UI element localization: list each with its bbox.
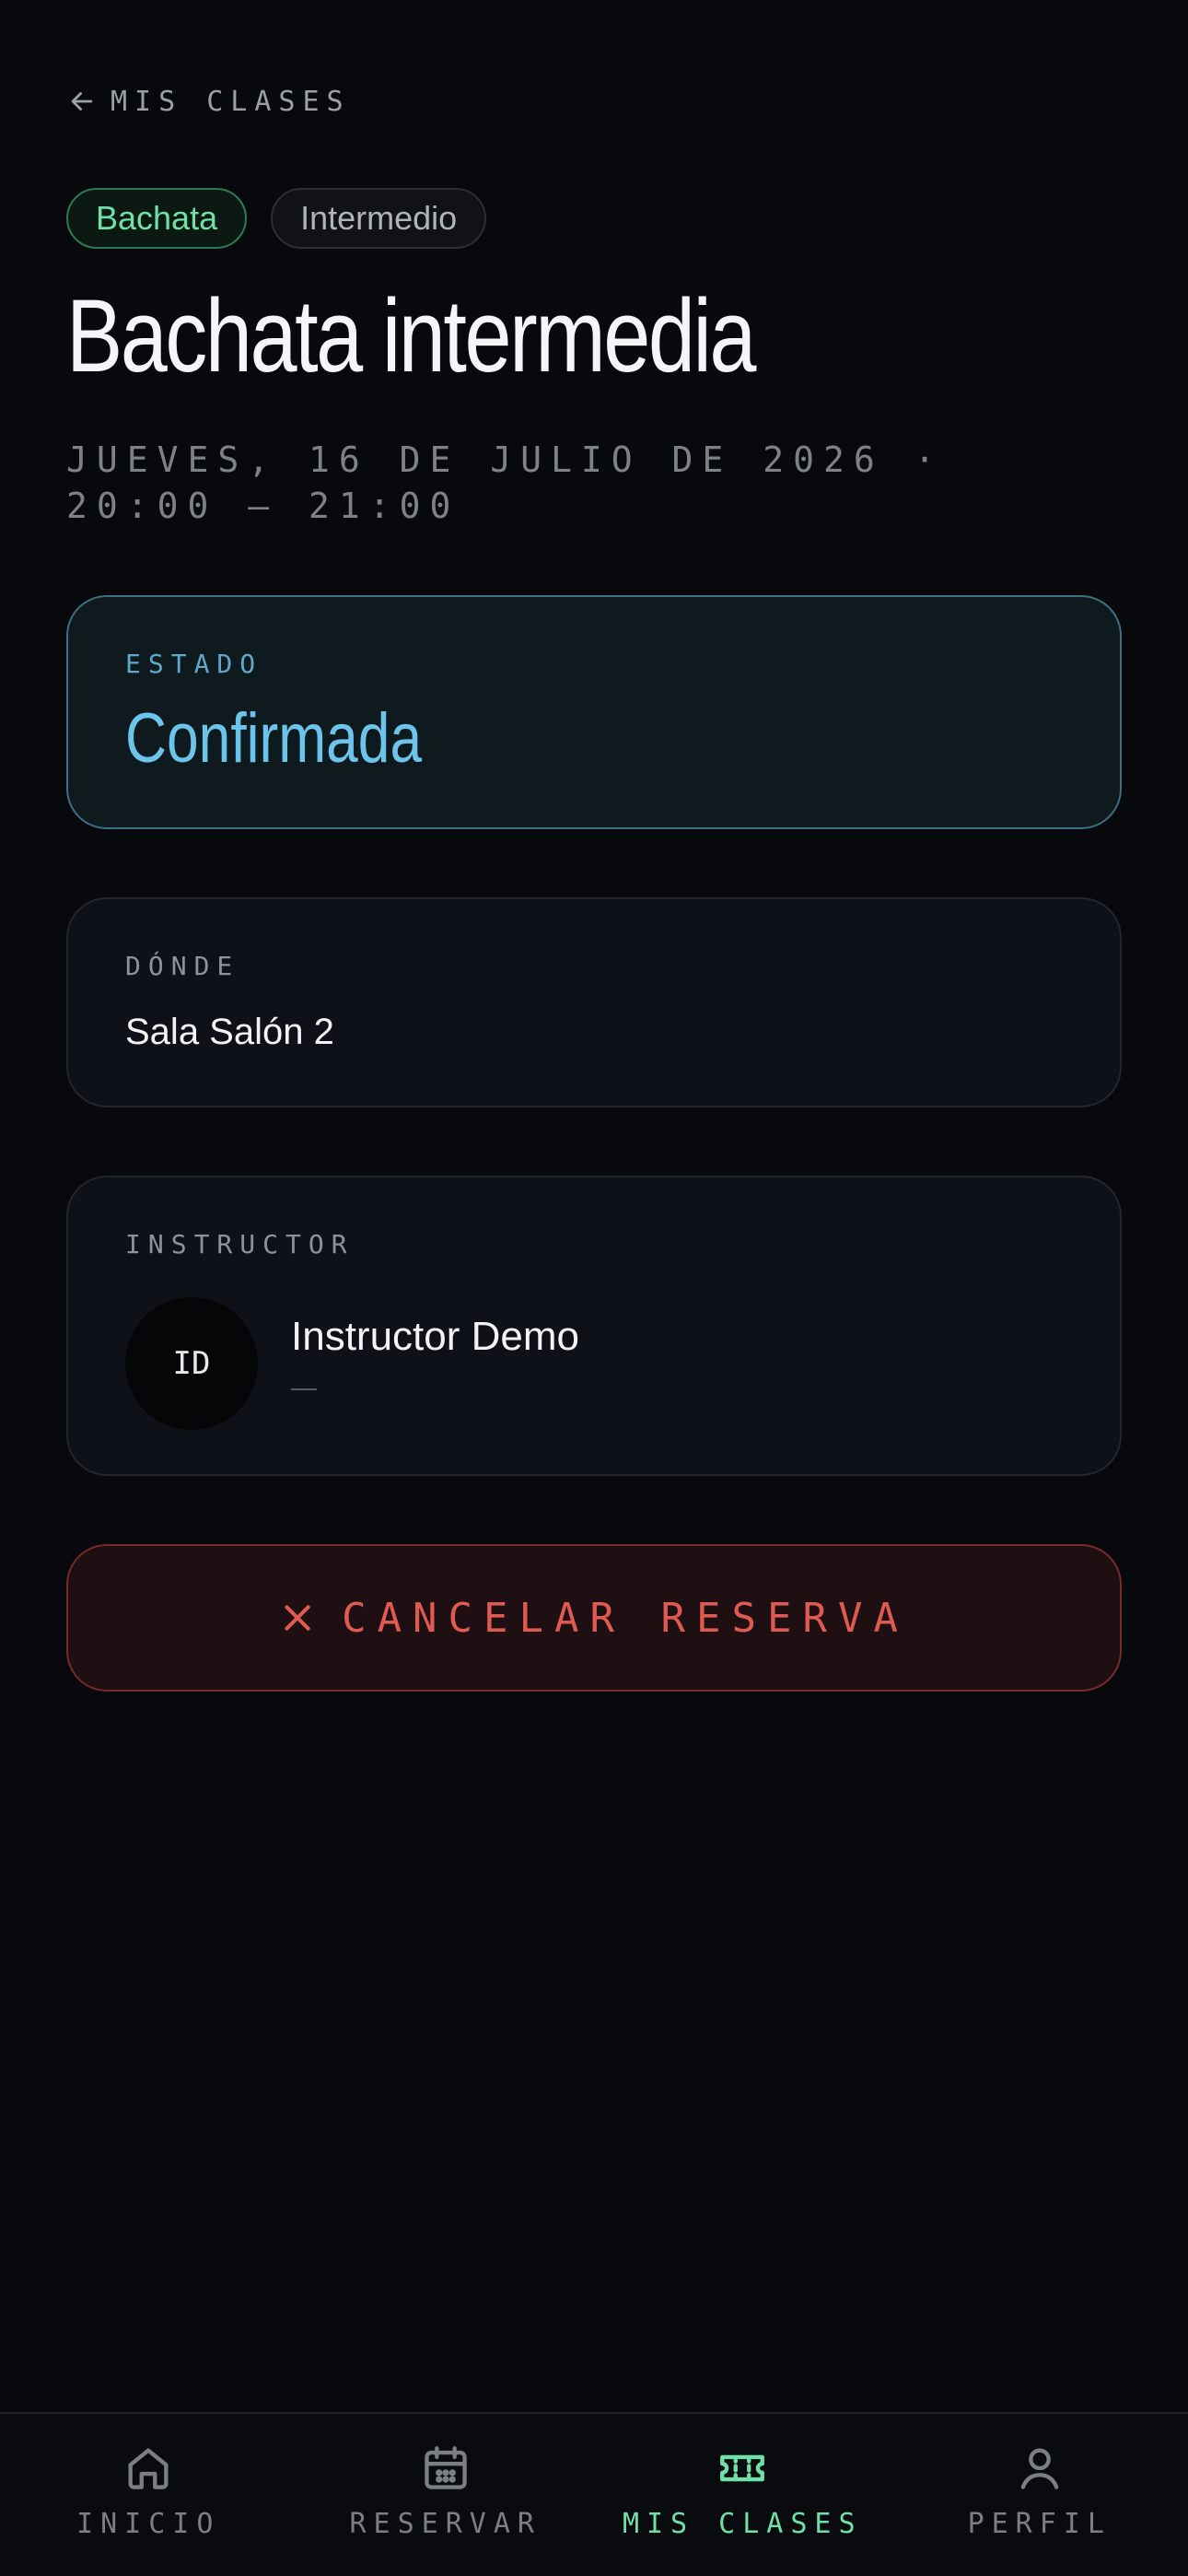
location-card: DÓNDE Sala Salón 2 — [66, 897, 1122, 1107]
close-icon — [285, 1605, 310, 1631]
cancel-booking-label: CANCELAR RESERVA — [342, 1594, 909, 1642]
tab-mis-clases[interactable]: MIS CLASES — [594, 2414, 891, 2576]
instructor-card: INSTRUCTOR ID Instructor Demo — — [66, 1176, 1122, 1476]
tab-perfil-label: PERFIL — [967, 2508, 1112, 2540]
level-tag: Intermedio — [271, 188, 487, 249]
tab-inicio-label: INICIO — [76, 2508, 221, 2540]
tab-reservar-label: RESERVAR — [349, 2508, 542, 2540]
arrow-left-icon — [71, 92, 93, 111]
class-title: Bachata intermedia — [66, 278, 756, 393]
tab-inicio[interactable]: INICIO — [0, 2414, 297, 2576]
instructor-name: Instructor Demo — [291, 1314, 579, 1359]
back-link[interactable]: MIS CLASES — [66, 81, 351, 122]
calendar-icon — [425, 2446, 467, 2489]
cancel-booking-button[interactable]: CANCELAR RESERVA — [66, 1544, 1122, 1692]
class-tags: Bachata Intermedio — [66, 188, 487, 249]
instructor-label: INSTRUCTOR — [125, 1229, 355, 1259]
class-datetime: JUEVES, 16 DE JULIO DE 2026 · 20:00 — 21… — [66, 439, 945, 526]
bottom-tab-bar: INICIO RESERVAR MIS CLASES PERFIL — [0, 2412, 1188, 2576]
tab-perfil[interactable]: PERFIL — [891, 2414, 1188, 2576]
status-value: Confirmada — [125, 699, 423, 778]
status-label: ESTADO — [125, 649, 263, 679]
status-card: ESTADO Confirmada — [66, 595, 1122, 829]
instructor-detail: — — [291, 1373, 317, 1401]
location-label: DÓNDE — [125, 951, 240, 981]
instructor-avatar: ID — [125, 1297, 258, 1430]
ticket-icon — [720, 2454, 765, 2482]
user-icon — [1020, 2448, 1059, 2489]
dance-style-tag: Bachata — [66, 188, 248, 249]
location-value: Sala Salón 2 — [125, 1012, 334, 1052]
class-detail-screen: MIS CLASES Bachata Intermedio Bachata in… — [0, 0, 1188, 2576]
tab-mis-clases-label: MIS CLASES — [622, 2508, 863, 2540]
back-link-label: MIS CLASES — [111, 85, 351, 118]
home-icon — [128, 2448, 169, 2489]
tab-reservar[interactable]: RESERVAR — [297, 2414, 595, 2576]
